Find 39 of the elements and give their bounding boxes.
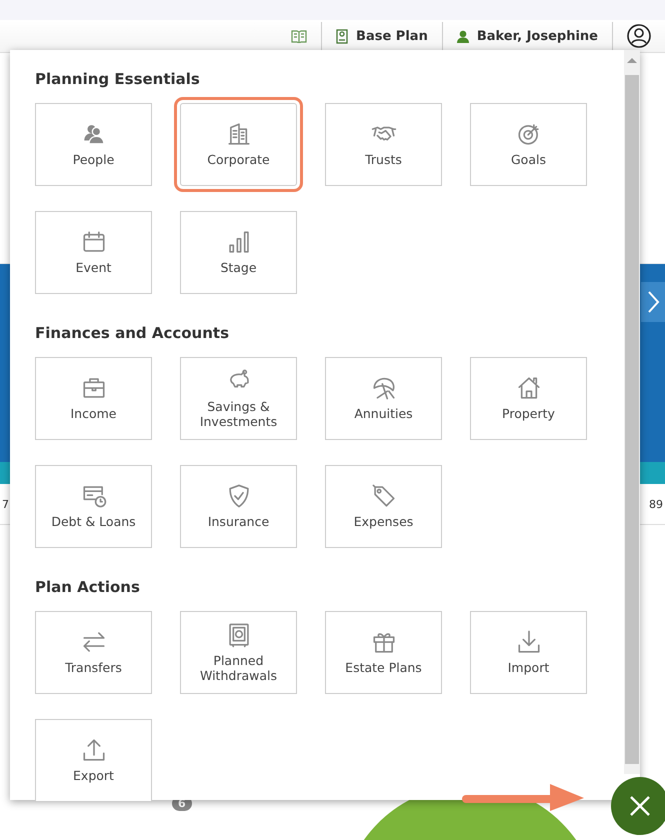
menu-tile[interactable]: Savings & Investments xyxy=(180,357,297,440)
menu-tile[interactable]: Trusts xyxy=(325,103,442,186)
menu-tile[interactable]: Property xyxy=(470,357,587,440)
person-icon xyxy=(456,30,469,42)
menu-tile[interactable]: Event xyxy=(35,211,152,294)
menu-tile[interactable]: Transfers xyxy=(35,611,152,694)
menu-tile[interactable]: Expenses xyxy=(325,465,442,548)
next-chevron-icon[interactable] xyxy=(641,282,665,322)
download-icon xyxy=(516,629,542,656)
menu-tile[interactable]: People xyxy=(35,103,152,186)
menu-tile[interactable]: Goals xyxy=(470,103,587,186)
menu-tile[interactable]: Stage xyxy=(180,211,297,294)
section-heading: Finances and Accounts xyxy=(35,324,230,342)
menu-tile[interactable]: Income xyxy=(35,357,152,440)
menu-tile[interactable]: Debt & Loans xyxy=(35,465,152,548)
axis-value: 7 xyxy=(2,498,9,510)
axis-value: 89 xyxy=(649,498,663,510)
section-heading: Plan Actions xyxy=(35,578,141,596)
menu-tile[interactable]: Corporate xyxy=(174,97,303,192)
building-icon xyxy=(226,121,252,148)
client-name[interactable]: Baker, Josephine xyxy=(476,28,598,44)
house-icon xyxy=(516,375,542,402)
close-button[interactable] xyxy=(611,777,665,835)
menu-tile[interactable]: Estate Plans xyxy=(325,611,442,694)
plan-name[interactable]: Base Plan xyxy=(356,28,428,44)
menu-tile[interactable]: Annuities xyxy=(325,357,442,440)
umbrella-icon xyxy=(370,375,396,402)
book-icon[interactable] xyxy=(291,29,308,43)
plan-document-icon xyxy=(336,28,348,44)
upload-icon xyxy=(80,737,106,764)
user-account-icon[interactable] xyxy=(627,24,651,48)
menu-tile[interactable]: Planned Withdrawals xyxy=(180,611,297,694)
menu-tile[interactable]: Import xyxy=(470,611,587,694)
tag-icon xyxy=(370,483,396,510)
scrollbar[interactable] xyxy=(624,50,640,774)
menu-tile[interactable]: Insurance xyxy=(180,465,297,548)
close-icon xyxy=(629,795,651,817)
section-heading: Planning Essentials xyxy=(35,70,201,88)
menu-tile[interactable]: Export xyxy=(35,719,152,802)
